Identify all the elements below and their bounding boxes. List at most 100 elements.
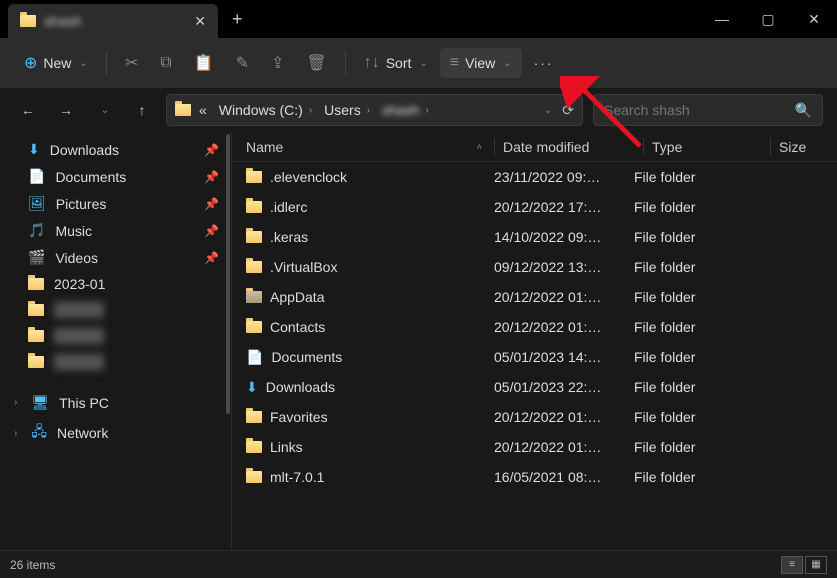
- search-box[interactable]: 🔍: [593, 94, 823, 126]
- table-row[interactable]: .elevenclock23/11/2022 09:…File folder: [232, 162, 837, 192]
- tab-close-button[interactable]: ✕: [194, 13, 206, 30]
- sort-button[interactable]: ↑↓ Sort ⌄: [354, 48, 438, 78]
- cell-name: 📄Documents: [246, 349, 494, 366]
- table-row[interactable]: .idlerc20/12/2022 17:…File folder: [232, 192, 837, 222]
- back-button[interactable]: ←: [14, 96, 42, 124]
- network-icon: 🖧: [31, 421, 47, 445]
- sidebar-item-folder[interactable]: hidden3: [0, 349, 231, 375]
- table-row[interactable]: .keras14/10/2022 09:…File folder: [232, 222, 837, 252]
- file-name: Links: [270, 439, 303, 455]
- breadcrumb-current[interactable]: shash›: [378, 100, 433, 120]
- window-controls: — ▢ ✕: [699, 0, 837, 38]
- delete-button[interactable]: 🗑: [296, 47, 336, 79]
- cell-date: 20/12/2022 01:…: [494, 289, 634, 305]
- forward-button[interactable]: →: [52, 96, 80, 124]
- sidebar-item-documents[interactable]: 📄Documents📌: [0, 163, 231, 190]
- refresh-button[interactable]: ⟳: [562, 102, 574, 119]
- table-row[interactable]: Links20/12/2022 01:…File folder: [232, 432, 837, 462]
- column-header-type[interactable]: Type: [652, 139, 770, 155]
- copy-button[interactable]: ⧉: [150, 48, 181, 78]
- view-label: View: [465, 55, 495, 71]
- sidebar-item-downloads[interactable]: ⬇Downloads📌: [0, 136, 231, 163]
- address-dropdown[interactable]: ⌄: [544, 105, 552, 116]
- cell-name: .elevenclock: [246, 169, 494, 185]
- scrollbar-thumb[interactable]: [226, 134, 230, 414]
- folder-icon: [246, 471, 262, 483]
- file-name: Documents: [271, 349, 342, 365]
- sidebar-item-folder[interactable]: hidden2: [0, 323, 231, 349]
- cell-date: 05/01/2023 22:…: [494, 379, 634, 395]
- folder-icon: [246, 321, 262, 333]
- more-button[interactable]: ···: [524, 49, 564, 77]
- search-input[interactable]: [604, 102, 795, 118]
- cell-name: .VirtualBox: [246, 259, 494, 275]
- cell-type: File folder: [634, 319, 752, 335]
- share-button[interactable]: ⇪: [261, 47, 294, 79]
- table-row[interactable]: 📄Documents05/01/2023 14:…File folder: [232, 342, 837, 372]
- clipboard-icon: 📋: [194, 53, 214, 73]
- folder-icon: [28, 330, 44, 342]
- column-header-name[interactable]: Name˄: [246, 139, 494, 155]
- toolbar: ⊕ New ⌄ ✂ ⧉ 📋 ✎ ⇪ 🗑 ↑↓ Sort ⌄ ≡ View ⌄ ·…: [0, 38, 837, 88]
- sort-label: Sort: [386, 55, 412, 71]
- sidebar-item-folder[interactable]: 2023-01: [0, 271, 231, 297]
- address-bar[interactable]: « Windows (C:)› Users› shash› ⌄ ⟳: [166, 94, 583, 126]
- item-count: 26 items: [10, 558, 55, 572]
- chevron-right-icon[interactable]: ›: [14, 428, 17, 439]
- chevron-right-icon: ›: [425, 105, 428, 116]
- folder-icon: [20, 15, 36, 27]
- breadcrumb[interactable]: Users›: [320, 100, 374, 120]
- rename-button[interactable]: ✎: [226, 47, 259, 79]
- breadcrumb[interactable]: Windows (C:)›: [215, 100, 316, 120]
- paste-button[interactable]: 📋: [184, 47, 224, 79]
- table-row[interactable]: Contacts20/12/2022 01:…File folder: [232, 312, 837, 342]
- column-header-date[interactable]: Date modified: [503, 139, 643, 155]
- scrollbar[interactable]: [224, 132, 230, 550]
- new-label: New: [43, 55, 71, 71]
- cell-type: File folder: [634, 229, 752, 245]
- chevron-down-icon: ⌄: [79, 58, 87, 69]
- active-tab[interactable]: shash ✕: [8, 4, 218, 38]
- sidebar-item-folder[interactable]: hidden1: [0, 297, 231, 323]
- table-row[interactable]: mlt-7.0.116/05/2021 08:…File folder: [232, 462, 837, 492]
- file-name: Favorites: [270, 409, 328, 425]
- maximize-button[interactable]: ▢: [745, 0, 791, 38]
- sidebar-item-videos[interactable]: 🎬Videos📌: [0, 244, 231, 271]
- cell-name: ⬇Downloads: [246, 379, 494, 396]
- sort-icon: ↑↓: [364, 54, 380, 72]
- sidebar-item-network[interactable]: ›🖧Network: [0, 416, 231, 450]
- details-view-button[interactable]: ≡: [781, 556, 803, 574]
- cell-name: mlt-7.0.1: [246, 469, 494, 485]
- chevron-down-icon: ⌄: [503, 58, 511, 69]
- sidebar-item-this-pc[interactable]: ›🖥This PC: [0, 389, 231, 416]
- navigation-bar: ← → ⌄ ↑ « Windows (C:)› Users› shash› ⌄ …: [0, 88, 837, 132]
- cell-type: File folder: [634, 469, 752, 485]
- folder-icon: [28, 278, 44, 290]
- cell-type: File folder: [634, 199, 752, 215]
- folder-icon: [246, 171, 262, 183]
- navigation-pane: ⬇Downloads📌 📄Documents📌 🖼Pictures📌 🎵Musi…: [0, 132, 232, 550]
- up-button[interactable]: ↑: [128, 96, 156, 124]
- cell-date: 23/11/2022 09:…: [494, 169, 634, 185]
- cell-name: .keras: [246, 229, 494, 245]
- table-row[interactable]: ⬇Downloads05/01/2023 22:…File folder: [232, 372, 837, 402]
- sidebar-item-pictures[interactable]: 🖼Pictures📌: [0, 190, 231, 217]
- view-button[interactable]: ≡ View ⌄: [440, 48, 522, 78]
- table-row[interactable]: AppData20/12/2022 01:…File folder: [232, 282, 837, 312]
- minimize-button[interactable]: —: [699, 0, 745, 38]
- pin-icon: 📌: [204, 251, 219, 265]
- column-header-size[interactable]: Size: [779, 139, 837, 155]
- recent-dropdown[interactable]: ⌄: [90, 96, 118, 124]
- thumbnails-view-button[interactable]: ▦: [805, 556, 827, 574]
- folder-icon: [246, 411, 262, 423]
- cut-button[interactable]: ✂: [115, 47, 148, 79]
- new-button[interactable]: ⊕ New ⌄: [14, 47, 98, 79]
- breadcrumb-root[interactable]: «: [195, 100, 211, 120]
- table-row[interactable]: Favorites20/12/2022 01:…File folder: [232, 402, 837, 432]
- new-tab-button[interactable]: +: [232, 9, 243, 30]
- close-window-button[interactable]: ✕: [791, 0, 837, 38]
- sidebar-item-music[interactable]: 🎵Music📌: [0, 217, 231, 244]
- chevron-right-icon[interactable]: ›: [14, 397, 17, 408]
- table-row[interactable]: .VirtualBox09/12/2022 13:…File folder: [232, 252, 837, 282]
- cell-date: 05/01/2023 14:…: [494, 349, 634, 365]
